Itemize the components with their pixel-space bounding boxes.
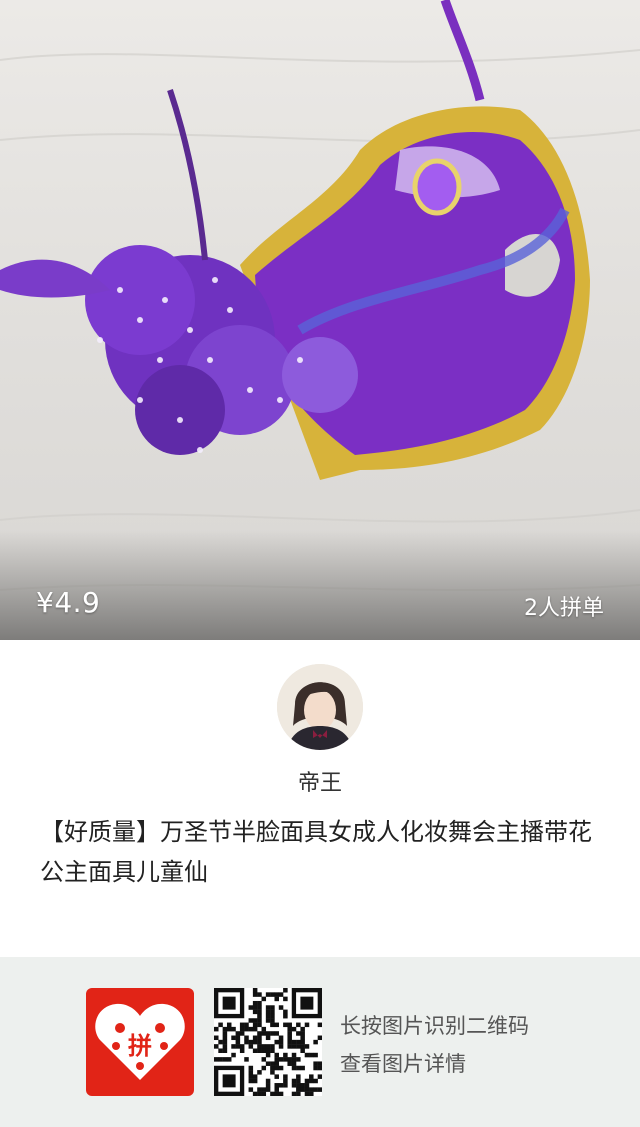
share-card: ¥4.9 2人拼单 帝王 【好质量】万圣节半脸面具女成人化妆舞会主播带花公主面具… — [0, 0, 640, 1127]
pinduoduo-logo-icon: 拼 — [86, 988, 194, 1096]
seller-name: 帝王 — [297, 771, 342, 796]
product-price: ¥4.9 — [36, 586, 101, 619]
product-title: 【好质量】万圣节半脸面具女成人化妆舞会主播带花公主面具儿童仙 — [40, 818, 592, 886]
avatar-portrait-icon — [277, 664, 363, 750]
product-image[interactable]: ¥4.9 2人拼单 — [0, 0, 640, 640]
seller-avatar[interactable] — [277, 664, 363, 750]
logo-text: 拼 — [128, 1032, 152, 1060]
group-buy-label: 2人拼单 — [524, 596, 604, 621]
qr-code[interactable] — [214, 988, 323, 1097]
scan-hint-line1: 长按图片识别二维码 — [340, 1014, 529, 1038]
image-overlay — [0, 530, 640, 640]
scan-hint-line2: 查看图片详情 — [340, 1052, 466, 1076]
qr-code-icon — [214, 988, 323, 1097]
